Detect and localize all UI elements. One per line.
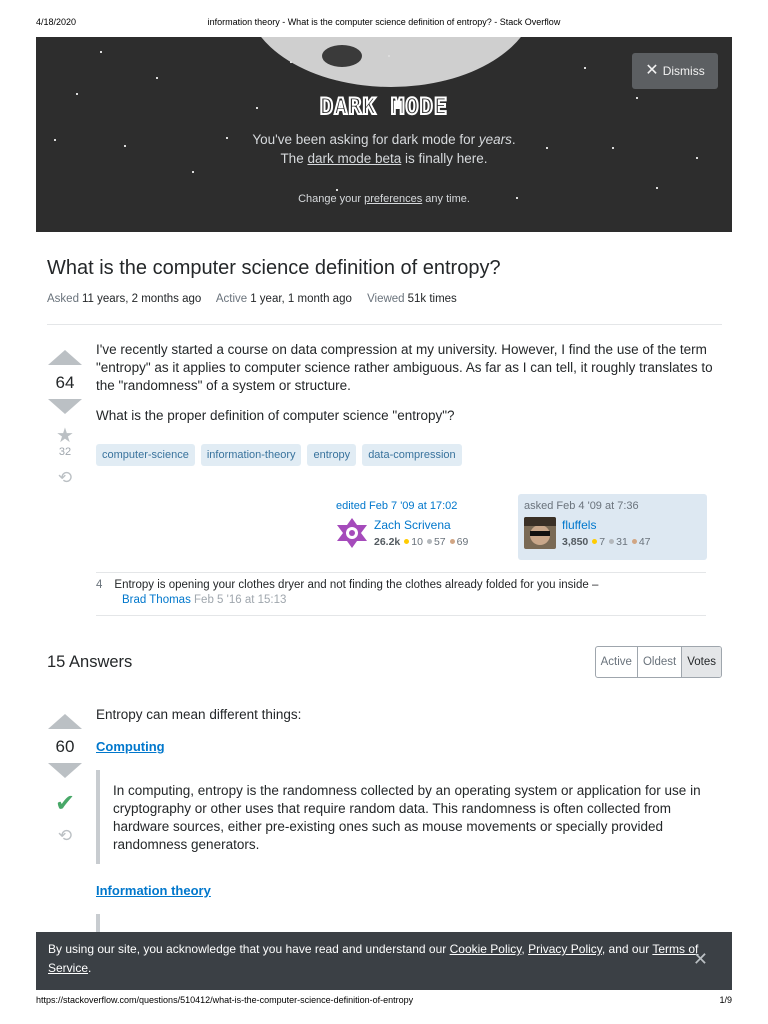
edited-link[interactable]: edited Feb 7 '09 at 17:02 bbox=[336, 500, 457, 512]
answer-vote-count: 60 bbox=[55, 737, 75, 756]
tag-information-theory[interactable]: information-theory bbox=[200, 444, 302, 466]
downvote-arrow-icon[interactable] bbox=[48, 763, 82, 778]
history-icon[interactable]: ⟲ bbox=[47, 826, 83, 846]
comment-divider bbox=[96, 572, 706, 573]
question-title[interactable]: What is the computer science definition … bbox=[47, 257, 501, 280]
comment-text: Entropy is opening your clothes dryer an… bbox=[114, 579, 599, 591]
answer-sort-tabs: Active Oldest Votes bbox=[594, 646, 722, 678]
privacy-policy-link[interactable]: Privacy Policy bbox=[528, 942, 602, 956]
owner-stats: 3,850 7 31 47 bbox=[562, 536, 651, 548]
print-url: https://stackoverflow.com/questions/5104… bbox=[36, 995, 414, 1005]
tab-oldest[interactable]: Oldest bbox=[638, 647, 683, 677]
editor-name[interactable]: Zach Scrivena bbox=[374, 518, 451, 532]
question-paragraph-1: I've recently started a course on data c… bbox=[96, 342, 713, 393]
comment-divider-bottom bbox=[96, 615, 706, 616]
tag-list: computer-science information-theory entr… bbox=[96, 444, 462, 466]
question-vote-column: 64 ★ 32 ⟲ bbox=[47, 350, 83, 488]
upvote-arrow-icon[interactable] bbox=[48, 350, 82, 365]
answer-heading-information-theory[interactable]: Information theory bbox=[96, 883, 211, 898]
comment: 4 Entropy is opening your clothes dryer a… bbox=[96, 578, 706, 608]
owner-avatar[interactable] bbox=[524, 517, 556, 549]
dark-mode-line-1: You've been asking for dark mode for yea… bbox=[252, 132, 516, 147]
tab-active[interactable]: Active bbox=[596, 647, 638, 677]
answer-quote-computing: In computing, entropy is the randomness … bbox=[96, 770, 706, 864]
question-vote-count: 64 bbox=[55, 373, 75, 392]
answer-heading-computing[interactable]: Computing bbox=[96, 739, 165, 754]
dark-mode-line-2: The dark mode beta is finally here. bbox=[280, 151, 488, 166]
comment-author[interactable]: Brad Thomas bbox=[122, 594, 191, 606]
dark-mode-line-3: Change your preferences any time. bbox=[298, 193, 470, 205]
question-body: I've recently started a course on data c… bbox=[96, 341, 716, 425]
comment-time: Feb 5 '16 at 15:13 bbox=[194, 594, 287, 606]
tag-computer-science[interactable]: computer-science bbox=[96, 444, 195, 466]
favorite-count: 32 bbox=[58, 446, 72, 458]
cookie-notice: By using our site, you acknowledge that … bbox=[36, 932, 732, 990]
answers-count: 15 Answers bbox=[47, 653, 133, 671]
dark-mode-title: DARK MODE bbox=[319, 94, 449, 121]
print-header: 4/18/2020 information theory - What is t… bbox=[36, 17, 732, 31]
accepted-check-icon: ✔ bbox=[54, 790, 76, 817]
history-icon[interactable]: ⟲ bbox=[47, 468, 83, 488]
owner-name[interactable]: fluffels bbox=[562, 518, 596, 532]
answer-vote-column: 60 ✔ ⟲ bbox=[47, 714, 83, 846]
star-icon[interactable]: ★ bbox=[47, 426, 83, 446]
editor-avatar[interactable] bbox=[336, 517, 368, 549]
dismiss-button[interactable]: ✕ Dismiss bbox=[632, 53, 718, 89]
print-page-number: 1/9 bbox=[719, 995, 732, 1005]
dark-mode-banner: DARK MODE You've been asking for dark mo… bbox=[36, 37, 732, 232]
answer-quote-information-theory bbox=[96, 914, 706, 932]
asked-time: asked Feb 4 '09 at 7:36 bbox=[524, 500, 639, 512]
tag-data-compression[interactable]: data-compression bbox=[362, 444, 462, 466]
editor-signature: edited Feb 7 '09 at 17:02 Zach Scrivena … bbox=[330, 494, 508, 558]
close-icon: ✕ bbox=[645, 62, 659, 79]
comment-score: 4 bbox=[96, 579, 103, 591]
tag-entropy[interactable]: entropy bbox=[307, 444, 357, 466]
dark-mode-beta-link[interactable]: dark mode beta bbox=[307, 151, 401, 166]
owner-signature: asked Feb 4 '09 at 7:36 fluffels 3,850 7 3… bbox=[518, 494, 707, 560]
editor-stats: 26.2k 10 57 69 bbox=[374, 536, 469, 548]
preferences-link[interactable]: preferences bbox=[364, 193, 422, 205]
tab-votes[interactable]: Votes bbox=[682, 647, 721, 677]
upvote-arrow-icon[interactable] bbox=[48, 714, 82, 729]
dismiss-label: Dismiss bbox=[662, 64, 705, 78]
question-meta: Asked 11 years, 2 months ago Active 1 year… bbox=[47, 293, 457, 305]
close-icon[interactable]: ✕ bbox=[693, 950, 708, 969]
question-paragraph-2: What is the proper definition of compute… bbox=[96, 408, 455, 423]
divider bbox=[47, 324, 722, 325]
answer-intro: Entropy can mean different things: bbox=[96, 707, 302, 722]
downvote-arrow-icon[interactable] bbox=[48, 399, 82, 414]
print-title: information theory - What is the compute… bbox=[207, 17, 561, 27]
cookie-policy-link[interactable]: Cookie Policy bbox=[450, 942, 522, 956]
